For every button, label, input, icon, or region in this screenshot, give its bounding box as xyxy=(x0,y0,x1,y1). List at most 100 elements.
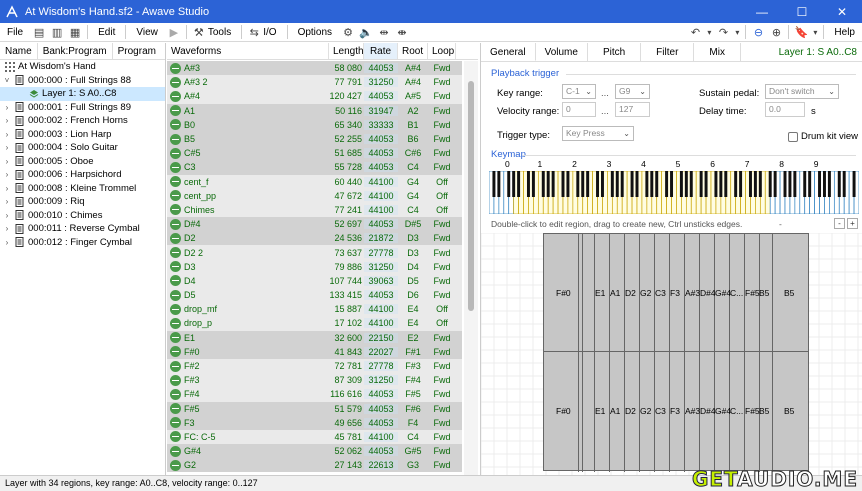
redo-dropdown-icon[interactable]: ▾ xyxy=(732,23,742,42)
region-label[interactable]: A#3 xyxy=(685,288,700,298)
black-key[interactable] xyxy=(566,171,570,197)
tree-item[interactable]: › 000:008 : Kleine Trommel xyxy=(0,182,165,196)
key-range-from-select[interactable]: C-1 ⌄ xyxy=(562,84,596,99)
chevron-right-icon[interactable]: › xyxy=(2,128,12,142)
black-key[interactable] xyxy=(561,171,565,197)
waveform-row[interactable]: F#0 41 843 22027 F#1 Fwd xyxy=(167,344,462,359)
key-range-to-select[interactable]: G9 ⌄ xyxy=(615,84,650,99)
tab-program[interactable]: Program xyxy=(113,43,161,59)
region-boundary[interactable] xyxy=(684,234,685,472)
region-boundary[interactable] xyxy=(699,234,700,472)
black-key[interactable] xyxy=(670,171,674,197)
black-key[interactable] xyxy=(753,171,757,197)
col-header-loop[interactable]: Loop xyxy=(428,43,456,59)
tree-item[interactable]: › 000:002 : French Horns xyxy=(0,114,165,128)
black-key[interactable] xyxy=(635,171,639,197)
delay-time-input[interactable]: 0.0 xyxy=(765,102,805,117)
black-key[interactable] xyxy=(714,171,718,197)
black-key[interactable] xyxy=(655,171,659,197)
region-label[interactable]: D#4 xyxy=(700,406,716,416)
black-key[interactable] xyxy=(852,171,856,197)
region-boundary[interactable] xyxy=(639,234,640,472)
black-key[interactable] xyxy=(526,171,530,197)
black-key[interactable] xyxy=(586,171,590,197)
region-label[interactable]: A1 xyxy=(610,406,620,416)
region-label[interactable]: G2 xyxy=(640,406,651,416)
black-key[interactable] xyxy=(684,171,688,197)
waveform-row[interactable]: F3 49 656 44053 F4 Fwd xyxy=(167,415,462,430)
tab-mix[interactable]: Mix xyxy=(694,43,741,61)
black-key[interactable] xyxy=(517,171,521,197)
keymap-region-grid[interactable]: F#0 E1 A1 D2 G2 C3 F3 A#3 D#4 G#4 C... F#5 B5 B5 F#0 E1… xyxy=(481,233,862,475)
region-label[interactable]: B5 xyxy=(759,288,769,298)
waveform-row[interactable]: Chimes 77 241 44100 C4 Off xyxy=(167,202,462,218)
region-boundary[interactable] xyxy=(729,234,730,472)
black-key[interactable] xyxy=(768,171,772,197)
waveform-row[interactable]: G#4 52 062 44053 G#5 Fwd xyxy=(167,444,462,459)
black-key[interactable] xyxy=(724,171,728,197)
chevron-right-icon[interactable]: › xyxy=(2,141,12,155)
col-header-length[interactable]: Length xyxy=(329,43,364,59)
black-key[interactable] xyxy=(581,171,585,197)
black-key[interactable] xyxy=(739,171,743,197)
menu-view[interactable]: View xyxy=(129,23,165,42)
black-key[interactable] xyxy=(803,171,807,197)
region-label[interactable]: C... xyxy=(730,406,743,416)
waveform-row[interactable]: D5 133 415 44053 D6 Fwd xyxy=(167,288,462,303)
region-label[interactable]: E1 xyxy=(595,406,605,416)
region-block[interactable]: F#0 E1 A1 D2 G2 C3 F3 A#3 D#4 G#4 C... F#5 B5 B5 F#0 E1… xyxy=(543,233,809,472)
velocity-from-input[interactable]: 0 xyxy=(562,102,596,117)
waveform-row[interactable]: D2 24 536 21872 D3 Fwd xyxy=(167,231,462,246)
waveform-row[interactable]: A#3 2 77 791 31250 A#4 Fwd xyxy=(167,75,462,90)
col-header-waveforms[interactable]: Waveforms xyxy=(167,43,329,59)
redo-icon[interactable]: ↷ xyxy=(714,23,732,42)
zoom-in-button[interactable]: + xyxy=(847,218,858,229)
menu-options[interactable]: Options xyxy=(291,23,339,42)
waveform-row[interactable]: D4 107 744 39063 D5 Fwd xyxy=(167,273,462,288)
waveform-row[interactable]: F#2 72 781 27778 F#3 Fwd xyxy=(167,358,462,374)
black-key[interactable] xyxy=(507,171,511,197)
black-key[interactable] xyxy=(600,171,604,197)
waveform-row[interactable]: A#4 120 427 44053 A#5 Fwd xyxy=(167,89,462,104)
black-key[interactable] xyxy=(748,171,752,197)
chevron-right-icon[interactable]: › xyxy=(2,222,12,236)
open-icon[interactable]: ▥ xyxy=(48,23,66,42)
black-key[interactable] xyxy=(645,171,649,197)
region-label[interactable]: G#4 xyxy=(715,288,731,298)
piano-keyboard[interactable] xyxy=(489,171,859,214)
waveform-row[interactable]: drop_mf 15 887 44100 E4 Off xyxy=(167,302,462,317)
waveform-row[interactable]: C#5 51 685 44053 C#6 Fwd xyxy=(167,146,462,161)
region-label[interactable]: F3 xyxy=(670,288,680,298)
black-key[interactable] xyxy=(610,171,614,197)
waveform-row[interactable]: G2 27 143 22613 G3 Fwd xyxy=(167,458,462,473)
black-key[interactable] xyxy=(596,171,600,197)
tree-item[interactable]: ˅ 000:000 : Full Strings 88 xyxy=(0,74,165,88)
speaker-icon[interactable]: 🔈 xyxy=(357,23,375,42)
chevron-right-icon[interactable]: › xyxy=(2,155,12,169)
tab-volume[interactable]: Volume xyxy=(536,43,588,61)
back-icon[interactable]: ⊖ xyxy=(749,23,767,42)
tree-item[interactable]: › 000:009 : Riq xyxy=(0,195,165,209)
tab-general[interactable]: General xyxy=(481,43,536,61)
chevron-right-icon[interactable]: › xyxy=(2,209,12,223)
region-label[interactable]: C... xyxy=(730,288,743,298)
waveform-row[interactable]: B5 52 255 44053 B6 Fwd xyxy=(167,131,462,147)
region-boundary[interactable] xyxy=(609,234,610,472)
region-label[interactable]: A#3 xyxy=(685,406,700,416)
black-key[interactable] xyxy=(773,171,777,197)
new-icon[interactable]: ▤ xyxy=(30,23,48,42)
tab-bank-program[interactable]: Bank:Program xyxy=(38,43,113,59)
waveform-row[interactable]: C3 55 728 44053 C4 Fwd xyxy=(167,160,462,175)
forward-icon[interactable]: ⊕ xyxy=(767,23,785,42)
tree-item[interactable]: › 000:001 : Full Strings 89 xyxy=(0,101,165,115)
black-key[interactable] xyxy=(546,171,550,197)
black-key[interactable] xyxy=(620,171,624,197)
black-key[interactable] xyxy=(808,171,812,197)
tree-item[interactable]: › 000:011 : Reverse Cymbal xyxy=(0,222,165,236)
region-label[interactable]: C3 xyxy=(655,406,666,416)
black-key[interactable] xyxy=(531,171,535,197)
maximize-button[interactable]: ☐ xyxy=(782,0,822,23)
black-key[interactable] xyxy=(699,171,703,197)
menu-file[interactable]: File xyxy=(0,23,30,42)
region-label[interactable]: F#0 xyxy=(556,288,571,298)
